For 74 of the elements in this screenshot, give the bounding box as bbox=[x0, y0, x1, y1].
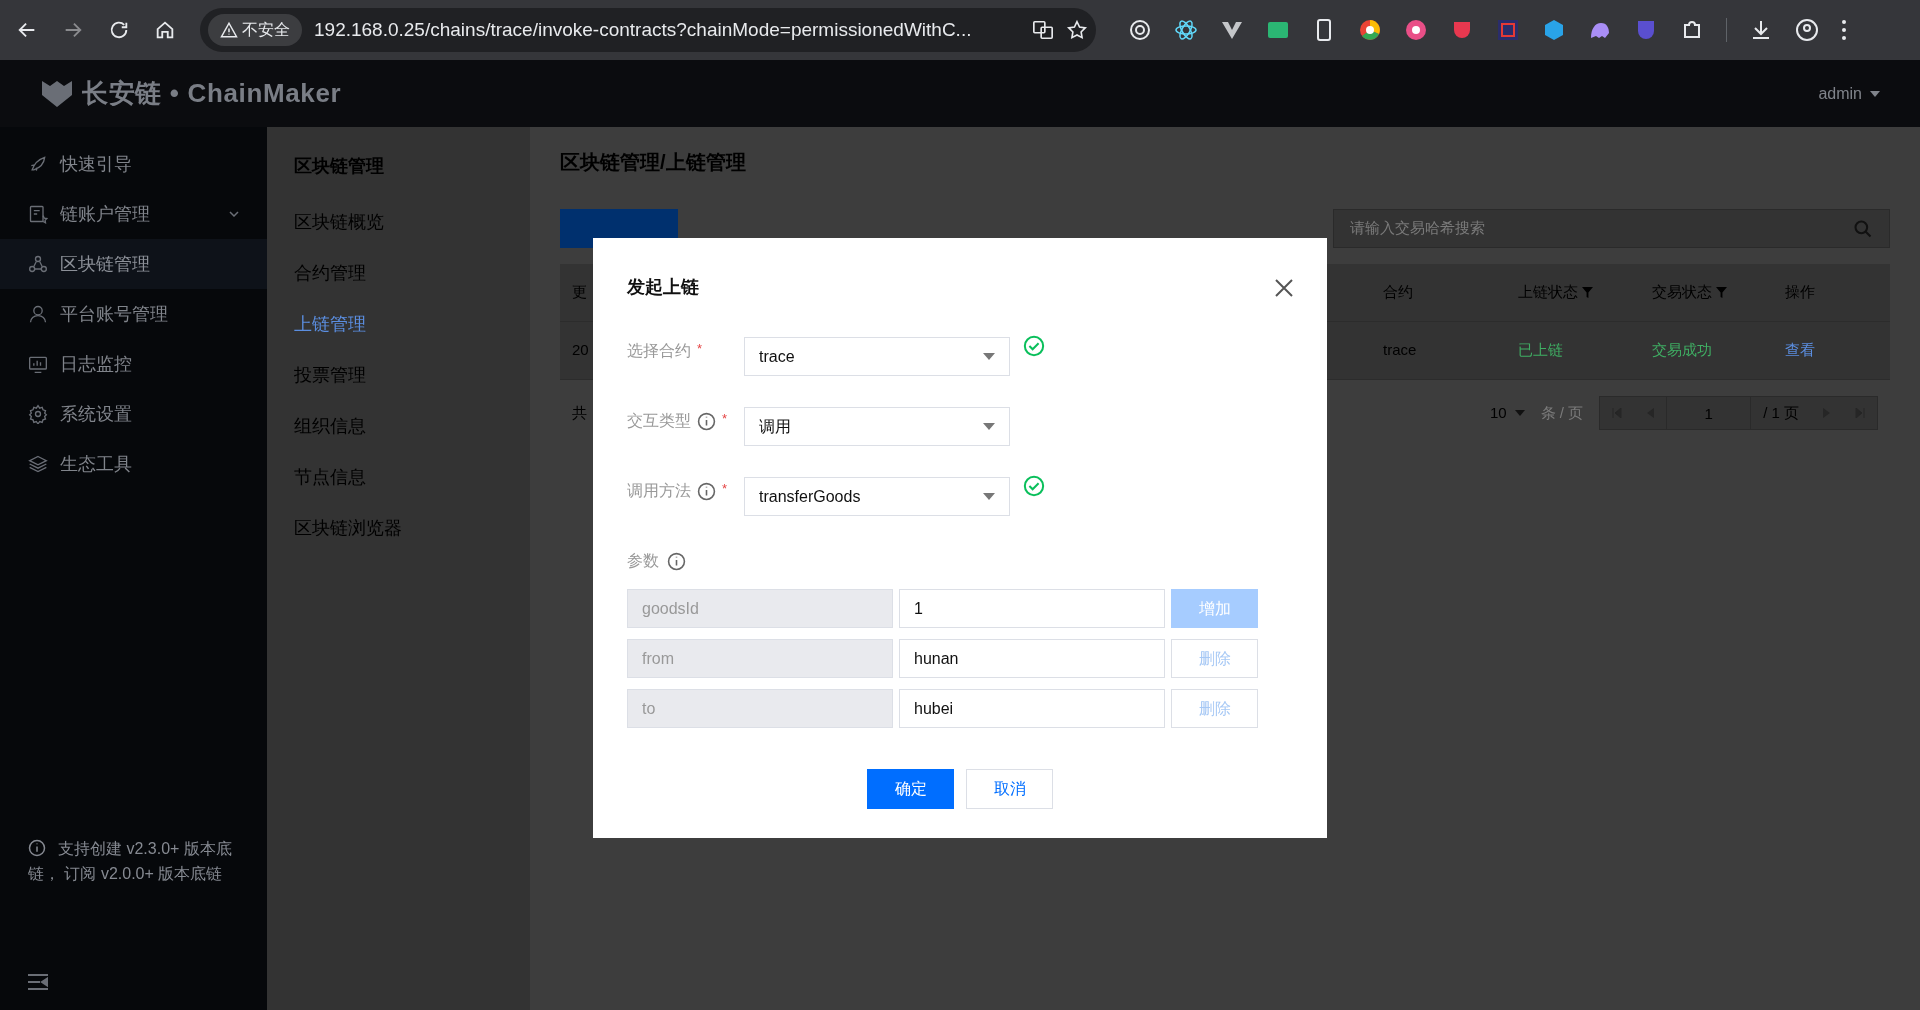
translate-icon[interactable] bbox=[1032, 19, 1054, 41]
sidebar-item[interactable]: 链账户管理 bbox=[0, 189, 267, 239]
document-star-icon bbox=[28, 204, 48, 224]
color-wheel-icon[interactable] bbox=[1358, 18, 1382, 42]
sidebar-item[interactable]: 系统设置 bbox=[0, 389, 267, 439]
rocket-icon bbox=[28, 154, 48, 174]
info-icon bbox=[28, 839, 46, 857]
url-text: 192.168.0.25/chains/trace/invoke-contracts?chainMode=permissionedWithC... bbox=[314, 17, 973, 42]
key-field: from bbox=[627, 639, 893, 678]
layers-icon bbox=[28, 454, 48, 474]
caret-icon bbox=[983, 493, 995, 500]
cube-icon[interactable] bbox=[1542, 18, 1566, 42]
subnav-item[interactable]: 上链管理 bbox=[294, 311, 530, 362]
select-field[interactable]: 调用 bbox=[744, 407, 1010, 446]
caret-icon bbox=[1870, 90, 1880, 97]
page-title: 区块链管理/上链管理 bbox=[560, 150, 747, 175]
address-bar[interactable]: 不安全 192.168.0.25/chains/trace/invoke-contracts?chainMode=permissionedWithC... bbox=[200, 8, 1096, 52]
logo-icon bbox=[40, 78, 74, 109]
user-icon bbox=[28, 304, 48, 324]
status-text: 交易成功 bbox=[1652, 341, 1712, 359]
status-text: 已上链 bbox=[1518, 341, 1563, 359]
home-icon[interactable] bbox=[154, 19, 176, 41]
star-icon[interactable] bbox=[1066, 19, 1088, 41]
params-label: 参数 bbox=[627, 551, 659, 571]
value-field[interactable]: hunan bbox=[899, 639, 1165, 678]
page-size-unit: 条 / 页 bbox=[1540, 402, 1584, 423]
close-icon[interactable] bbox=[1275, 278, 1293, 297]
menu-icon[interactable] bbox=[1841, 19, 1847, 41]
security-chip[interactable]: 不安全 bbox=[208, 14, 302, 46]
info-icon bbox=[667, 551, 686, 571]
search-icon bbox=[1853, 218, 1873, 239]
chevron-icon bbox=[229, 211, 239, 217]
monitor-chart-icon bbox=[28, 354, 48, 374]
target-icon[interactable] bbox=[1128, 18, 1152, 42]
caret-icon bbox=[1514, 410, 1525, 416]
field-label: 交互类型 bbox=[627, 411, 691, 431]
sidebar-item[interactable]: 区块链管理 bbox=[0, 239, 267, 289]
field-label: 选择合约 bbox=[627, 341, 691, 361]
sidebar-item[interactable]: 生态工具 bbox=[0, 439, 267, 489]
field-label: 调用方法 bbox=[627, 481, 691, 501]
select-field[interactable]: trace bbox=[744, 337, 1010, 376]
user-name[interactable]: admin bbox=[1818, 81, 1862, 106]
ring-icon[interactable] bbox=[1404, 18, 1428, 42]
atom-icon[interactable] bbox=[1174, 18, 1198, 42]
required-mark: * bbox=[722, 480, 728, 498]
settings-icon bbox=[28, 404, 48, 424]
value-field[interactable]: hubei bbox=[899, 689, 1165, 728]
key-field: goodsId bbox=[627, 589, 893, 628]
search-field[interactable]: 请输入交易哈希搜索 bbox=[1333, 209, 1890, 248]
required-mark: * bbox=[722, 410, 728, 428]
key-field: to bbox=[627, 689, 893, 728]
warning-icon bbox=[220, 21, 238, 39]
version-notice: 支持创建 v2.3.0+ 版本底链， 订阅 v2.0.0+ 版本底链 bbox=[28, 838, 233, 884]
reload-icon[interactable] bbox=[108, 19, 130, 41]
search-input[interactable]: 请输入交易哈希搜索 bbox=[1350, 217, 1853, 240]
sidebar-item[interactable]: 日志监控 bbox=[0, 339, 267, 389]
frame-icon[interactable] bbox=[1496, 18, 1520, 42]
cancel-button[interactable]: 取消 bbox=[966, 769, 1053, 809]
caret-icon bbox=[983, 353, 995, 360]
sidebar-item[interactable]: 平台账号管理 bbox=[0, 289, 267, 339]
network-icon bbox=[28, 254, 48, 274]
logo-text: 长安链 • ChainMaker bbox=[82, 77, 342, 110]
confirm-button[interactable]: 确定 bbox=[867, 769, 954, 809]
security-label: 不安全 bbox=[242, 20, 290, 40]
required-mark: * bbox=[697, 340, 703, 358]
select-field[interactable]: transferGoods bbox=[744, 477, 1010, 516]
value-field[interactable]: 1 bbox=[899, 589, 1165, 628]
caret-icon bbox=[983, 423, 995, 430]
collapse-icon[interactable] bbox=[28, 974, 48, 990]
sidebar-item[interactable]: 快速引导 bbox=[0, 139, 267, 189]
dialog-title: 发起上链 bbox=[627, 276, 699, 299]
total-label: 共 bbox=[572, 402, 587, 423]
profile-icon[interactable] bbox=[1795, 18, 1819, 42]
view-link[interactable]: 查看 bbox=[1785, 341, 1815, 359]
